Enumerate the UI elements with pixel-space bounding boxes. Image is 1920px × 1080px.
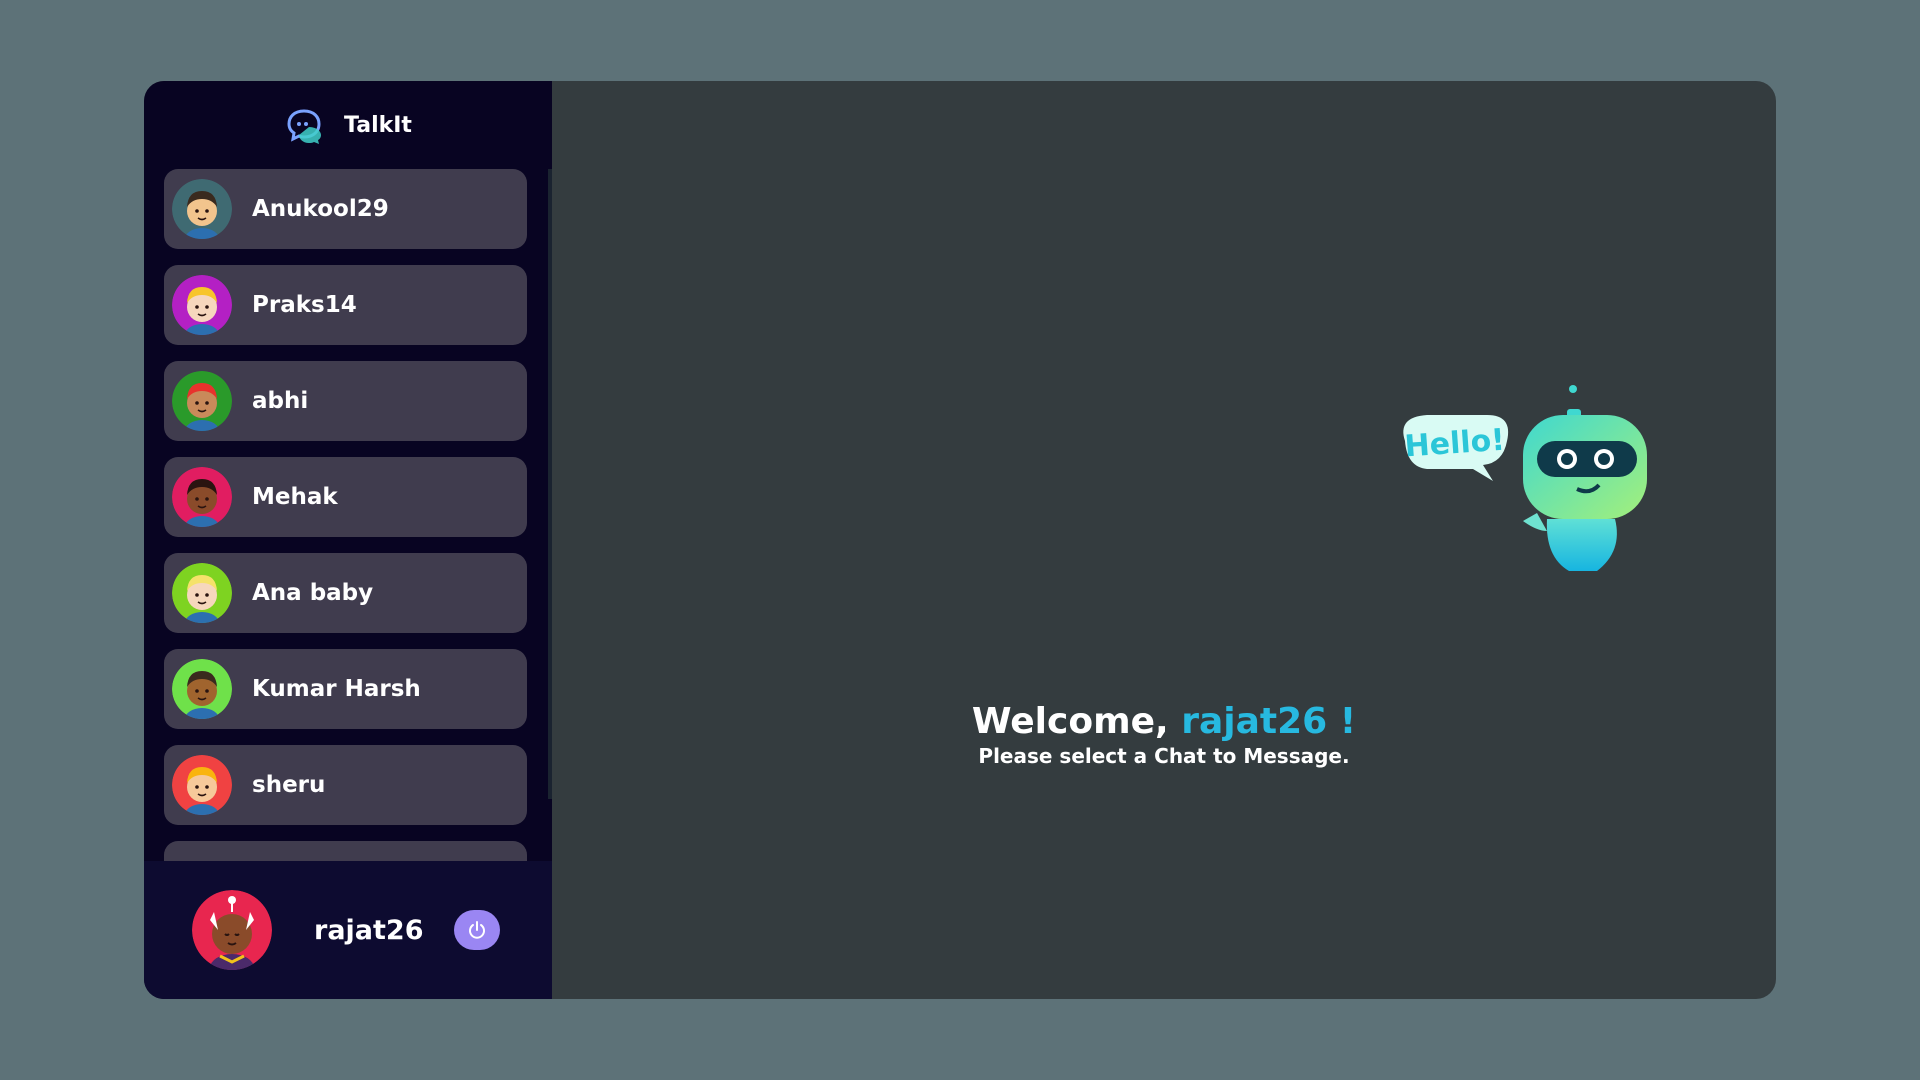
contact-avatar bbox=[172, 275, 232, 335]
chat-bubble-logo-icon bbox=[287, 109, 322, 144]
contact-avatar bbox=[172, 467, 232, 527]
contact-name: abhi bbox=[252, 388, 309, 414]
contact-avatar bbox=[172, 659, 232, 719]
welcome-subtitle: Please select a Chat to Message. bbox=[978, 744, 1350, 768]
contact-item[interactable]: Anukool29 bbox=[164, 169, 527, 249]
sidebar: TalkIt Anukool29 Praks14 abhi Mehak Ana baby… bbox=[144, 81, 552, 999]
contact-avatar bbox=[172, 179, 232, 239]
robot-illustration: Hello! bbox=[1403, 385, 1647, 571]
contact-item[interactable]: sheru bbox=[164, 745, 527, 825]
contact-name: Kumar Harsh bbox=[252, 676, 421, 702]
contact-item[interactable]: abhi bbox=[164, 361, 527, 441]
contact-item[interactable]: Praks14 bbox=[164, 265, 527, 345]
contact-item[interactable]: Kumar Harsh bbox=[164, 649, 527, 729]
contact-item[interactable]: Mehak bbox=[164, 457, 527, 537]
bubble-text: Hello! bbox=[1404, 423, 1507, 465]
contact-list[interactable]: Anukool29 Praks14 abhi Mehak Ana baby Kumar H… bbox=[144, 169, 552, 873]
power-icon bbox=[469, 921, 485, 939]
contact-name: Mehak bbox=[252, 484, 338, 510]
current-user-name: rajat26 bbox=[314, 914, 424, 946]
welcome-prefix: Welcome, bbox=[971, 701, 1182, 742]
welcome-username: rajat26 ! bbox=[1181, 701, 1357, 742]
brand: TalkIt bbox=[144, 81, 552, 169]
contact-name: Ana baby bbox=[252, 580, 374, 606]
contact-name: sheru bbox=[252, 772, 326, 798]
chat-app: TalkIt Anukool29 Praks14 abhi Mehak Ana baby… bbox=[144, 81, 1776, 999]
current-user-panel: rajat26 bbox=[144, 861, 552, 999]
contact-name: Praks14 bbox=[252, 292, 357, 318]
welcome-heading: Welcome, rajat26 ! bbox=[552, 701, 1776, 742]
contact-avatar bbox=[172, 563, 232, 623]
app-name: TalkIt bbox=[344, 112, 412, 138]
contact-avatar bbox=[172, 755, 232, 815]
current-user-avatar bbox=[192, 890, 272, 970]
contact-avatar bbox=[172, 371, 232, 431]
welcome-pane: Hello! Welcome, rajat26 ! Please select … bbox=[552, 81, 1776, 999]
logout-button[interactable] bbox=[454, 910, 500, 950]
contact-item[interactable]: Ana baby bbox=[164, 553, 527, 633]
contact-name: Anukool29 bbox=[252, 196, 389, 222]
